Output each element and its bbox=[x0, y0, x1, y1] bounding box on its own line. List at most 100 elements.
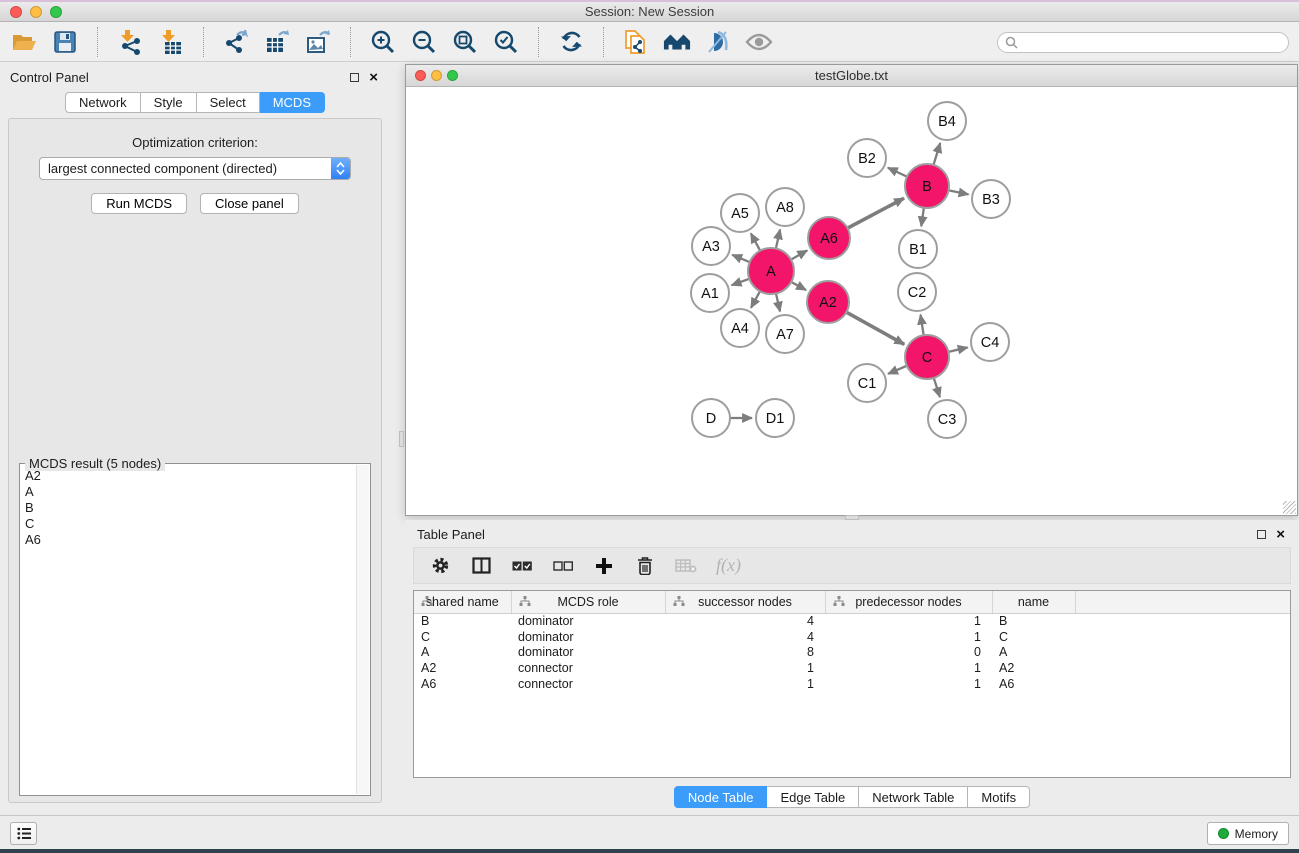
splitter-handle[interactable] bbox=[399, 431, 404, 447]
deselect-all-button[interactable] bbox=[552, 555, 574, 577]
import-network-button[interactable] bbox=[116, 28, 144, 56]
export-image-button[interactable] bbox=[304, 28, 332, 56]
graph-edge-A-A1[interactable] bbox=[732, 278, 751, 285]
tab-edge-table[interactable]: Edge Table bbox=[767, 786, 859, 808]
zoom-selected-button[interactable] bbox=[492, 28, 520, 56]
select-all-button[interactable] bbox=[511, 555, 533, 577]
column-header-predecessor-nodes[interactable]: predecessor nodes bbox=[825, 591, 992, 613]
graph-node-B1[interactable]: B1 bbox=[899, 230, 937, 268]
table-cell[interactable]: 1 bbox=[665, 660, 825, 676]
graph-edge-A-A4[interactable] bbox=[751, 290, 761, 307]
graph-node-D[interactable]: D bbox=[692, 399, 730, 437]
mcds-result-list[interactable]: A2ABCA6 bbox=[21, 465, 356, 794]
table-cell[interactable]: 1 bbox=[825, 629, 992, 645]
graph-node-B2[interactable]: B2 bbox=[848, 139, 886, 177]
import-table-button[interactable] bbox=[157, 28, 185, 56]
network-canvas[interactable]: AA2A6BCA1A3A4A5A7A8B1B2B3B4C1C2C3C4DD1 bbox=[406, 87, 1297, 515]
network-graph[interactable]: AA2A6BCA1A3A4A5A7A8B1B2B3B4C1C2C3C4DD1 bbox=[406, 87, 1297, 515]
table-cell[interactable]: dominator bbox=[511, 645, 665, 661]
graph-node-A8[interactable]: A8 bbox=[766, 188, 804, 226]
graph-node-A2[interactable]: A2 bbox=[807, 281, 849, 323]
mcds-result-item[interactable]: A bbox=[25, 484, 356, 500]
column-header-shared-name[interactable]: shared name bbox=[414, 591, 511, 613]
mcds-result-item[interactable]: B bbox=[25, 500, 356, 516]
close-panel-icon[interactable]: × bbox=[1276, 530, 1285, 540]
table-cell[interactable]: C bbox=[414, 629, 511, 645]
delete-column-button[interactable] bbox=[634, 555, 656, 577]
table-cell[interactable]: connector bbox=[511, 660, 665, 676]
graph-node-A3[interactable]: A3 bbox=[692, 227, 730, 265]
search-box[interactable] bbox=[997, 32, 1289, 53]
graph-edge-A-A7[interactable] bbox=[776, 292, 780, 311]
graph-node-C4[interactable]: C4 bbox=[971, 323, 1009, 361]
tab-mcds[interactable]: MCDS bbox=[260, 92, 325, 113]
automation-panel-button[interactable] bbox=[10, 822, 37, 845]
show-graphics-details-button[interactable] bbox=[745, 28, 773, 56]
graph-node-D1[interactable]: D1 bbox=[756, 399, 794, 437]
graph-edge-C-C2[interactable] bbox=[920, 315, 923, 337]
graph-edge-C-C4[interactable] bbox=[947, 347, 967, 352]
table-cell[interactable]: A2 bbox=[414, 660, 511, 676]
run-mcds-button[interactable]: Run MCDS bbox=[91, 193, 187, 214]
table-cell[interactable]: 1 bbox=[665, 676, 825, 692]
criterion-select[interactable]: largest connected component (directed) bbox=[39, 157, 351, 180]
graph-edge-B-B4[interactable] bbox=[933, 143, 940, 166]
graph-node-A[interactable]: A bbox=[748, 248, 794, 294]
graph-node-C1[interactable]: C1 bbox=[848, 364, 886, 402]
new-network-from-selection-button[interactable] bbox=[622, 28, 650, 56]
graph-edge-A-A5[interactable] bbox=[751, 233, 761, 251]
table-cell[interactable]: 0 bbox=[825, 645, 992, 661]
tab-motifs[interactable]: Motifs bbox=[968, 786, 1030, 808]
export-network-button[interactable] bbox=[222, 28, 250, 56]
resize-grip[interactable] bbox=[1283, 501, 1296, 514]
tab-select[interactable]: Select bbox=[197, 92, 260, 113]
memory-button[interactable]: Memory bbox=[1207, 822, 1289, 845]
close-panel-button[interactable]: Close panel bbox=[200, 193, 299, 214]
graph-edge-A6-B[interactable] bbox=[847, 198, 904, 228]
hide-graphics-details-button[interactable] bbox=[704, 28, 732, 56]
table-cell[interactable]: B bbox=[414, 613, 511, 629]
table-cell[interactable]: 8 bbox=[665, 645, 825, 661]
graph-node-A4[interactable]: A4 bbox=[721, 309, 759, 347]
table-cell[interactable]: A bbox=[992, 645, 1075, 661]
table-cell[interactable]: 4 bbox=[665, 613, 825, 629]
show-columns-button[interactable] bbox=[470, 555, 492, 577]
table-cell[interactable]: dominator bbox=[511, 613, 665, 629]
zoom-in-button[interactable] bbox=[369, 28, 397, 56]
graph-node-B4[interactable]: B4 bbox=[928, 102, 966, 140]
add-column-button[interactable] bbox=[593, 555, 615, 577]
table-cell[interactable]: A6 bbox=[992, 676, 1075, 692]
table-cell[interactable]: 1 bbox=[825, 613, 992, 629]
open-session-button[interactable] bbox=[10, 28, 38, 56]
graph-edge-A-A8[interactable] bbox=[776, 229, 780, 249]
save-session-button[interactable] bbox=[51, 28, 79, 56]
table-cell[interactable]: A bbox=[414, 645, 511, 661]
graph-node-B[interactable]: B bbox=[905, 164, 949, 208]
table-row[interactable]: Bdominator41B bbox=[414, 613, 1290, 629]
function-builder-button[interactable]: f(x) bbox=[716, 555, 741, 577]
scrollbar-track[interactable] bbox=[356, 465, 369, 794]
close-panel-icon[interactable]: × bbox=[369, 73, 378, 83]
graph-node-A1[interactable]: A1 bbox=[691, 274, 729, 312]
table-cell[interactable]: dominator bbox=[511, 629, 665, 645]
graph-node-C[interactable]: C bbox=[905, 335, 949, 379]
table-row[interactable]: Cdominator41C bbox=[414, 629, 1290, 645]
table-row[interactable]: A6connector11A6 bbox=[414, 676, 1290, 692]
table-cell[interactable]: B bbox=[992, 613, 1075, 629]
float-panel-icon[interactable] bbox=[350, 73, 359, 82]
graph-edge-C-C3[interactable] bbox=[933, 377, 939, 397]
refresh-button[interactable] bbox=[557, 28, 585, 56]
graph-edge-B-B3[interactable] bbox=[948, 190, 969, 194]
delete-table-button[interactable] bbox=[675, 555, 697, 577]
tab-network-table[interactable]: Network Table bbox=[859, 786, 968, 808]
cybrowser-home-button[interactable] bbox=[663, 28, 691, 56]
tab-network[interactable]: Network bbox=[65, 92, 141, 113]
graph-node-B3[interactable]: B3 bbox=[972, 180, 1010, 218]
graph-edge-C-C1[interactable] bbox=[888, 365, 908, 374]
table-row[interactable]: Adominator80A bbox=[414, 645, 1290, 661]
zoom-out-button[interactable] bbox=[410, 28, 438, 56]
table-mode-button[interactable] bbox=[429, 555, 451, 577]
zoom-fit-button[interactable] bbox=[451, 28, 479, 56]
graph-node-A7[interactable]: A7 bbox=[766, 315, 804, 353]
graph-node-A5[interactable]: A5 bbox=[721, 194, 759, 232]
